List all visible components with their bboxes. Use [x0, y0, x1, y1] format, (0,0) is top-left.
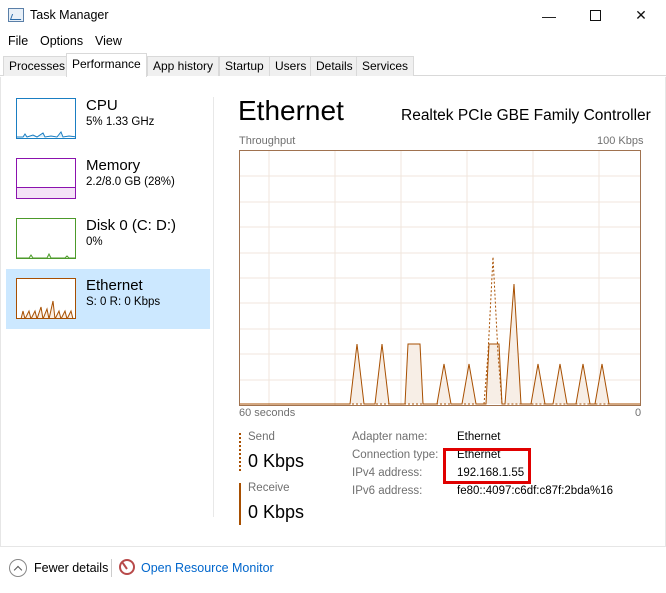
throughput-graph-svg — [240, 151, 640, 405]
sidebar-item-subtitle: S: 0 R: 0 Kbps — [86, 296, 161, 308]
send-value: 0 Kbps — [248, 451, 305, 471]
menu-view[interactable]: View — [95, 34, 122, 48]
adapter-name-value: Ethernet — [457, 431, 501, 443]
receive-indicator — [239, 483, 241, 525]
sidebar-item-subtitle: 0% — [86, 236, 103, 248]
receive-series — [240, 283, 640, 405]
adapter-model: Realtek PCIe GBE Family Controller — [401, 107, 651, 124]
throughput-graph — [239, 150, 641, 406]
ipv4-label: IPv4 address: — [352, 467, 423, 479]
menu-file[interactable]: File — [8, 34, 28, 48]
page-title: Ethernet — [238, 95, 344, 126]
sidebar-item-label: Memory — [86, 157, 141, 174]
adapter-name-label: Adapter name: — [352, 431, 428, 443]
send-label: Send — [248, 431, 275, 443]
ethernet-thumbnail — [16, 278, 76, 319]
open-resource-monitor-link[interactable]: Open Resource Monitor — [141, 561, 274, 575]
minimize-icon: — — [542, 7, 556, 24]
sidebar-item-cpu[interactable]: CPU 5% 1.33 GHz — [6, 89, 210, 149]
close-icon: ✕ — [635, 7, 647, 23]
footer: Fewer details Open Resource Monitor — [0, 546, 666, 593]
panel-divider — [213, 97, 214, 517]
minimize-button[interactable]: — — [526, 0, 572, 31]
graph-max-label: 100 Kbps — [597, 135, 644, 147]
performance-panel: CPU 5% 1.33 GHz Memory 2.2/8.0 GB (28%) … — [0, 77, 666, 546]
tab-bar: Processes Performance App history Startu… — [0, 53, 666, 77]
tab-app-history[interactable]: App history — [147, 56, 220, 76]
send-indicator — [239, 433, 241, 471]
sidebar-item-label: CPU — [86, 97, 118, 114]
task-manager-icon — [8, 8, 24, 22]
fewer-details-link[interactable]: Fewer details — [34, 561, 108, 575]
tab-details[interactable]: Details — [310, 56, 359, 76]
menu-bar: File Options View — [0, 31, 666, 51]
ipv6-value: fe80::4097:c6df:c87f:2bda%16 — [457, 485, 614, 497]
sidebar-item-subtitle: 2.2/8.0 GB (28%) — [86, 176, 175, 188]
tab-processes[interactable]: Processes — [3, 56, 72, 76]
graph-label: Throughput — [239, 135, 296, 147]
sidebar-item-label: Disk 0 (C: D:) — [86, 217, 176, 234]
chevron-up-icon[interactable] — [9, 559, 27, 577]
sidebar-item-memory[interactable]: Memory 2.2/8.0 GB (28%) — [6, 149, 210, 209]
menu-options[interactable]: Options — [40, 34, 83, 48]
receive-label: Receive — [248, 482, 290, 494]
sidebar-item-subtitle: 5% 1.33 GHz — [86, 116, 155, 128]
tab-startup[interactable]: Startup — [219, 56, 270, 76]
tab-performance[interactable]: Performance — [66, 53, 147, 77]
footer-separator — [111, 559, 112, 577]
ipv6-label: IPv6 address: — [352, 485, 423, 497]
memory-thumbnail — [16, 158, 76, 199]
cpu-thumbnail — [16, 98, 76, 139]
window-title: Task Manager — [30, 8, 109, 22]
graph-zero-label: 0 — [635, 407, 642, 419]
ipv4-highlight-box — [443, 448, 531, 484]
connection-type-label: Connection type: — [352, 449, 439, 461]
time-span-label: 60 seconds — [239, 407, 296, 419]
maximize-button[interactable] — [572, 0, 618, 31]
sidebar-item-disk[interactable]: Disk 0 (C: D:) 0% — [6, 209, 210, 269]
title-bar: Task Manager — ✕ — [0, 0, 666, 31]
disk-thumbnail — [16, 218, 76, 259]
maximize-icon — [589, 10, 601, 21]
sidebar-item-label: Ethernet — [86, 277, 143, 294]
resource-monitor-icon[interactable] — [119, 559, 135, 575]
close-button[interactable]: ✕ — [618, 0, 664, 31]
tab-users[interactable]: Users — [269, 56, 313, 76]
tab-services[interactable]: Services — [356, 56, 415, 76]
sidebar-item-ethernet[interactable]: Ethernet S: 0 R: 0 Kbps — [6, 269, 210, 329]
receive-value: 0 Kbps — [248, 502, 305, 522]
